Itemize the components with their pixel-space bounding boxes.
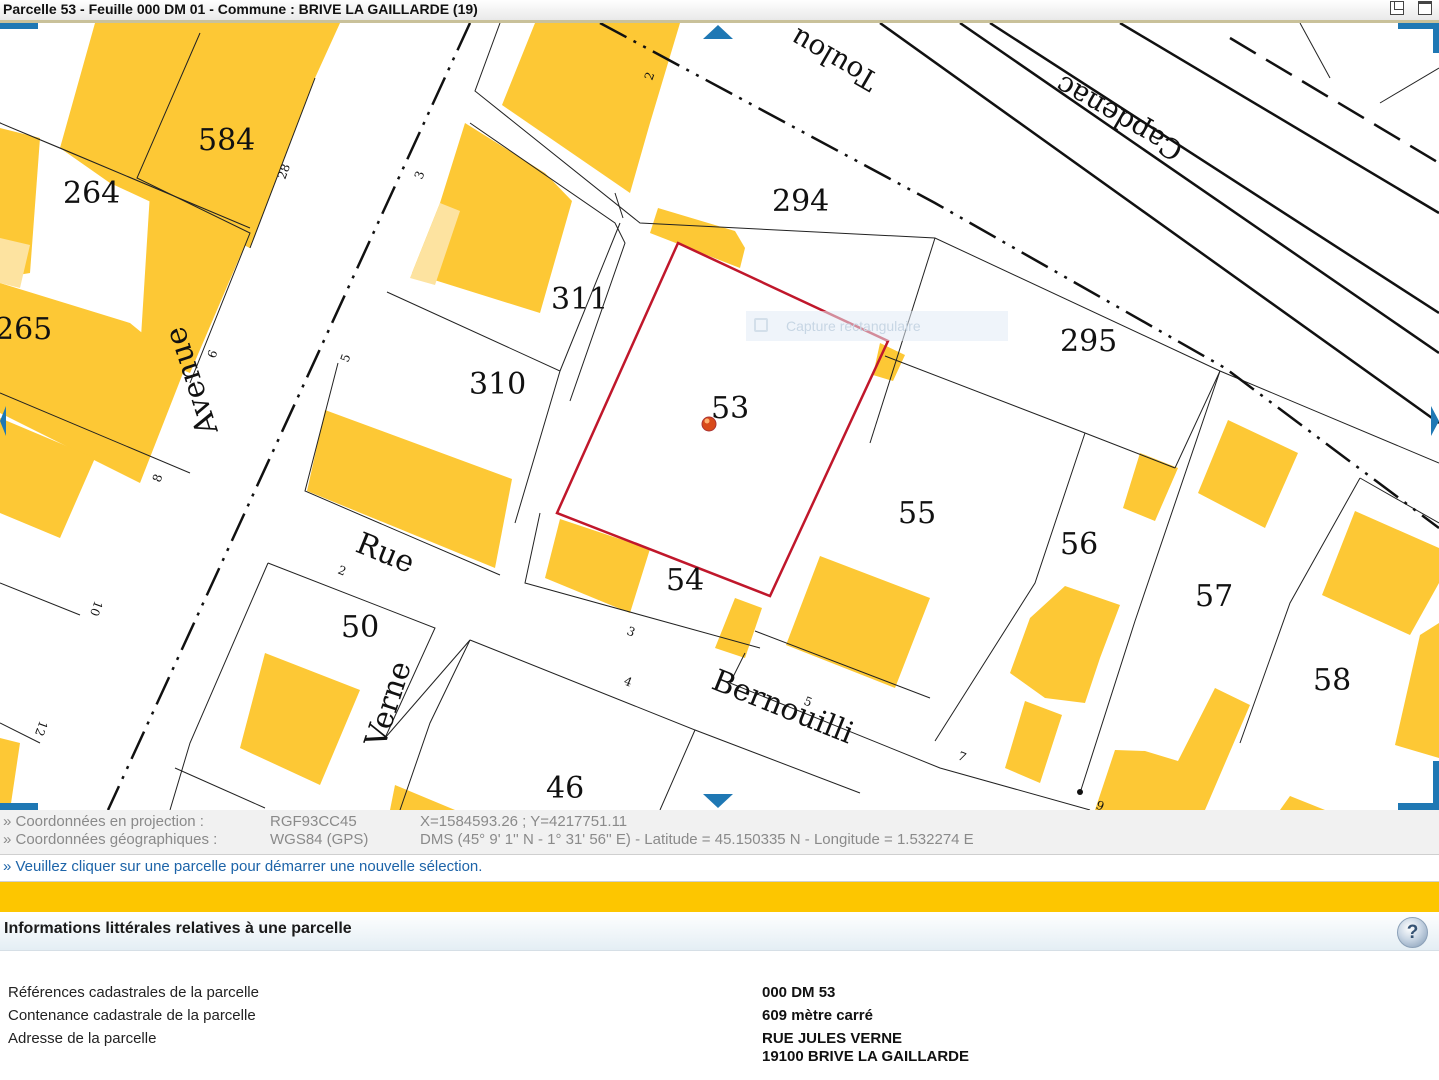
parcel-label: 310 — [469, 367, 526, 402]
capture-icon — [754, 318, 768, 332]
svg-text:12: 12 — [32, 719, 50, 738]
building — [0, 738, 20, 810]
building — [786, 556, 930, 688]
parcel-label: 58 — [1313, 663, 1351, 698]
parcel-label: 264 — [63, 176, 120, 211]
coordinates-panel: » Coordonnées en projection : RGF93CC45 … — [0, 810, 1439, 855]
projection-system: RGF93CC45 — [270, 813, 357, 830]
building — [1010, 586, 1120, 703]
svg-text:3: 3 — [625, 624, 637, 640]
svg-text:4: 4 — [622, 674, 635, 690]
street-label: Toulou — [785, 23, 884, 98]
info-value-address-street: RUE JULES VERNE — [762, 1030, 903, 1047]
info-label-area: Contenance cadastrale de la parcelle — [8, 1007, 256, 1024]
separator-band — [0, 882, 1439, 912]
building — [240, 653, 360, 785]
parcel-label: 295 — [1060, 324, 1117, 359]
projection-label: » Coordonnées en projection : — [3, 813, 204, 830]
svg-text:7: 7 — [956, 749, 968, 765]
svg-text:5: 5 — [338, 352, 354, 364]
parcel-label: 265 — [0, 312, 52, 347]
building — [1198, 420, 1298, 528]
parcel-label: 53 — [711, 391, 749, 426]
maximize-icon[interactable] — [1418, 1, 1432, 15]
parcel-label: 50 — [341, 610, 379, 645]
map-corner-top-left — [0, 23, 38, 29]
info-label-address: Adresse de la parcelle — [8, 1030, 157, 1047]
rail-lines — [879, 23, 1439, 425]
help-icon[interactable]: ? — [1397, 917, 1428, 948]
pan-right-arrow-icon[interactable] — [1431, 406, 1439, 436]
projection-value: X=1584593.26 ; Y=4217751.11 — [420, 813, 628, 830]
info-label-references: Références cadastrales de la parcelle — [8, 984, 259, 1001]
building — [650, 208, 745, 268]
restore-icon[interactable] — [1390, 1, 1404, 15]
svg-text:6: 6 — [205, 348, 221, 360]
parcel-label: 56 — [1060, 527, 1098, 562]
info-value-references: 000 DM 53 — [762, 984, 836, 1001]
capture-tool-label: Capture rectangulaire — [786, 318, 921, 334]
map-corner-bottom-left — [0, 803, 38, 810]
window-title: Parcelle 53 - Feuille 000 DM 01 - Commun… — [3, 1, 478, 17]
pan-down-arrow-icon[interactable] — [703, 794, 733, 808]
parcel-label: 294 — [772, 184, 829, 219]
street-label: Capdenac — [1050, 68, 1189, 167]
map-corner-bottom-right-vertical — [1433, 761, 1439, 810]
parcel-info-body: Références cadastrales de la parcelle 00… — [0, 951, 1439, 1080]
parcel-label: 57 — [1195, 579, 1233, 614]
svg-text:2: 2 — [336, 563, 348, 579]
projection-coordinates-row: » Coordonnées en projection : RGF93CC45 … — [0, 813, 1439, 832]
building — [1005, 701, 1062, 783]
rectangle-capture-tool[interactable]: Capture rectangulaire — [746, 311, 1008, 341]
selection-hint-text: » Veuillez cliquer sur une parcelle pour… — [3, 858, 483, 875]
info-value-address-city: 19100 BRIVE LA GAILLARDE — [762, 1048, 969, 1065]
parcel-label: 55 — [898, 496, 936, 531]
parcel-label: 54 — [666, 563, 704, 598]
building — [1322, 511, 1439, 635]
svg-text:3: 3 — [412, 169, 428, 181]
geographic-coordinates-row: » Coordonnées géographiques : WGS84 (GPS… — [0, 831, 1439, 850]
pan-up-arrow-icon[interactable] — [703, 25, 733, 39]
building — [1095, 688, 1250, 810]
parcel-label: 584 — [198, 123, 255, 158]
building — [1395, 623, 1439, 758]
parcel-info-header: Informations littérales relatives à une … — [0, 912, 1439, 951]
building — [1123, 453, 1178, 521]
building — [390, 785, 455, 810]
geographic-label: » Coordonnées géographiques : — [3, 831, 218, 848]
selection-hint: » Veuillez cliquer sur une parcelle pour… — [0, 855, 1439, 882]
map-corner-top-right-vertical — [1433, 23, 1439, 53]
svg-text:8: 8 — [150, 472, 166, 484]
street-label: Bernouilli — [707, 663, 858, 751]
cadastral-map[interactable]: 584 264 265 294 311 310 295 53 55 56 57 … — [0, 23, 1439, 810]
parcel-info-title: Informations littérales relatives à une … — [4, 920, 352, 937]
svg-text:10: 10 — [87, 599, 105, 618]
street-label: Verne — [358, 657, 419, 753]
building — [715, 598, 762, 658]
street-label: Rue — [351, 526, 419, 581]
geographic-value: DMS (45° 9' 1'' N - 1° 31' 56'' E) - Lat… — [420, 831, 974, 848]
section-limit — [1229, 36, 1439, 165]
geographic-system: WGS84 (GPS) — [270, 831, 369, 848]
info-value-area: 609 mètre carré — [762, 1007, 873, 1024]
building — [1280, 796, 1325, 810]
parcel-label: 46 — [546, 771, 584, 806]
pan-left-arrow-icon[interactable] — [0, 406, 6, 436]
building — [545, 519, 650, 613]
parcel-label: 311 — [551, 282, 608, 317]
window-title-bar: Parcelle 53 - Feuille 000 DM 01 - Commun… — [0, 0, 1439, 21]
